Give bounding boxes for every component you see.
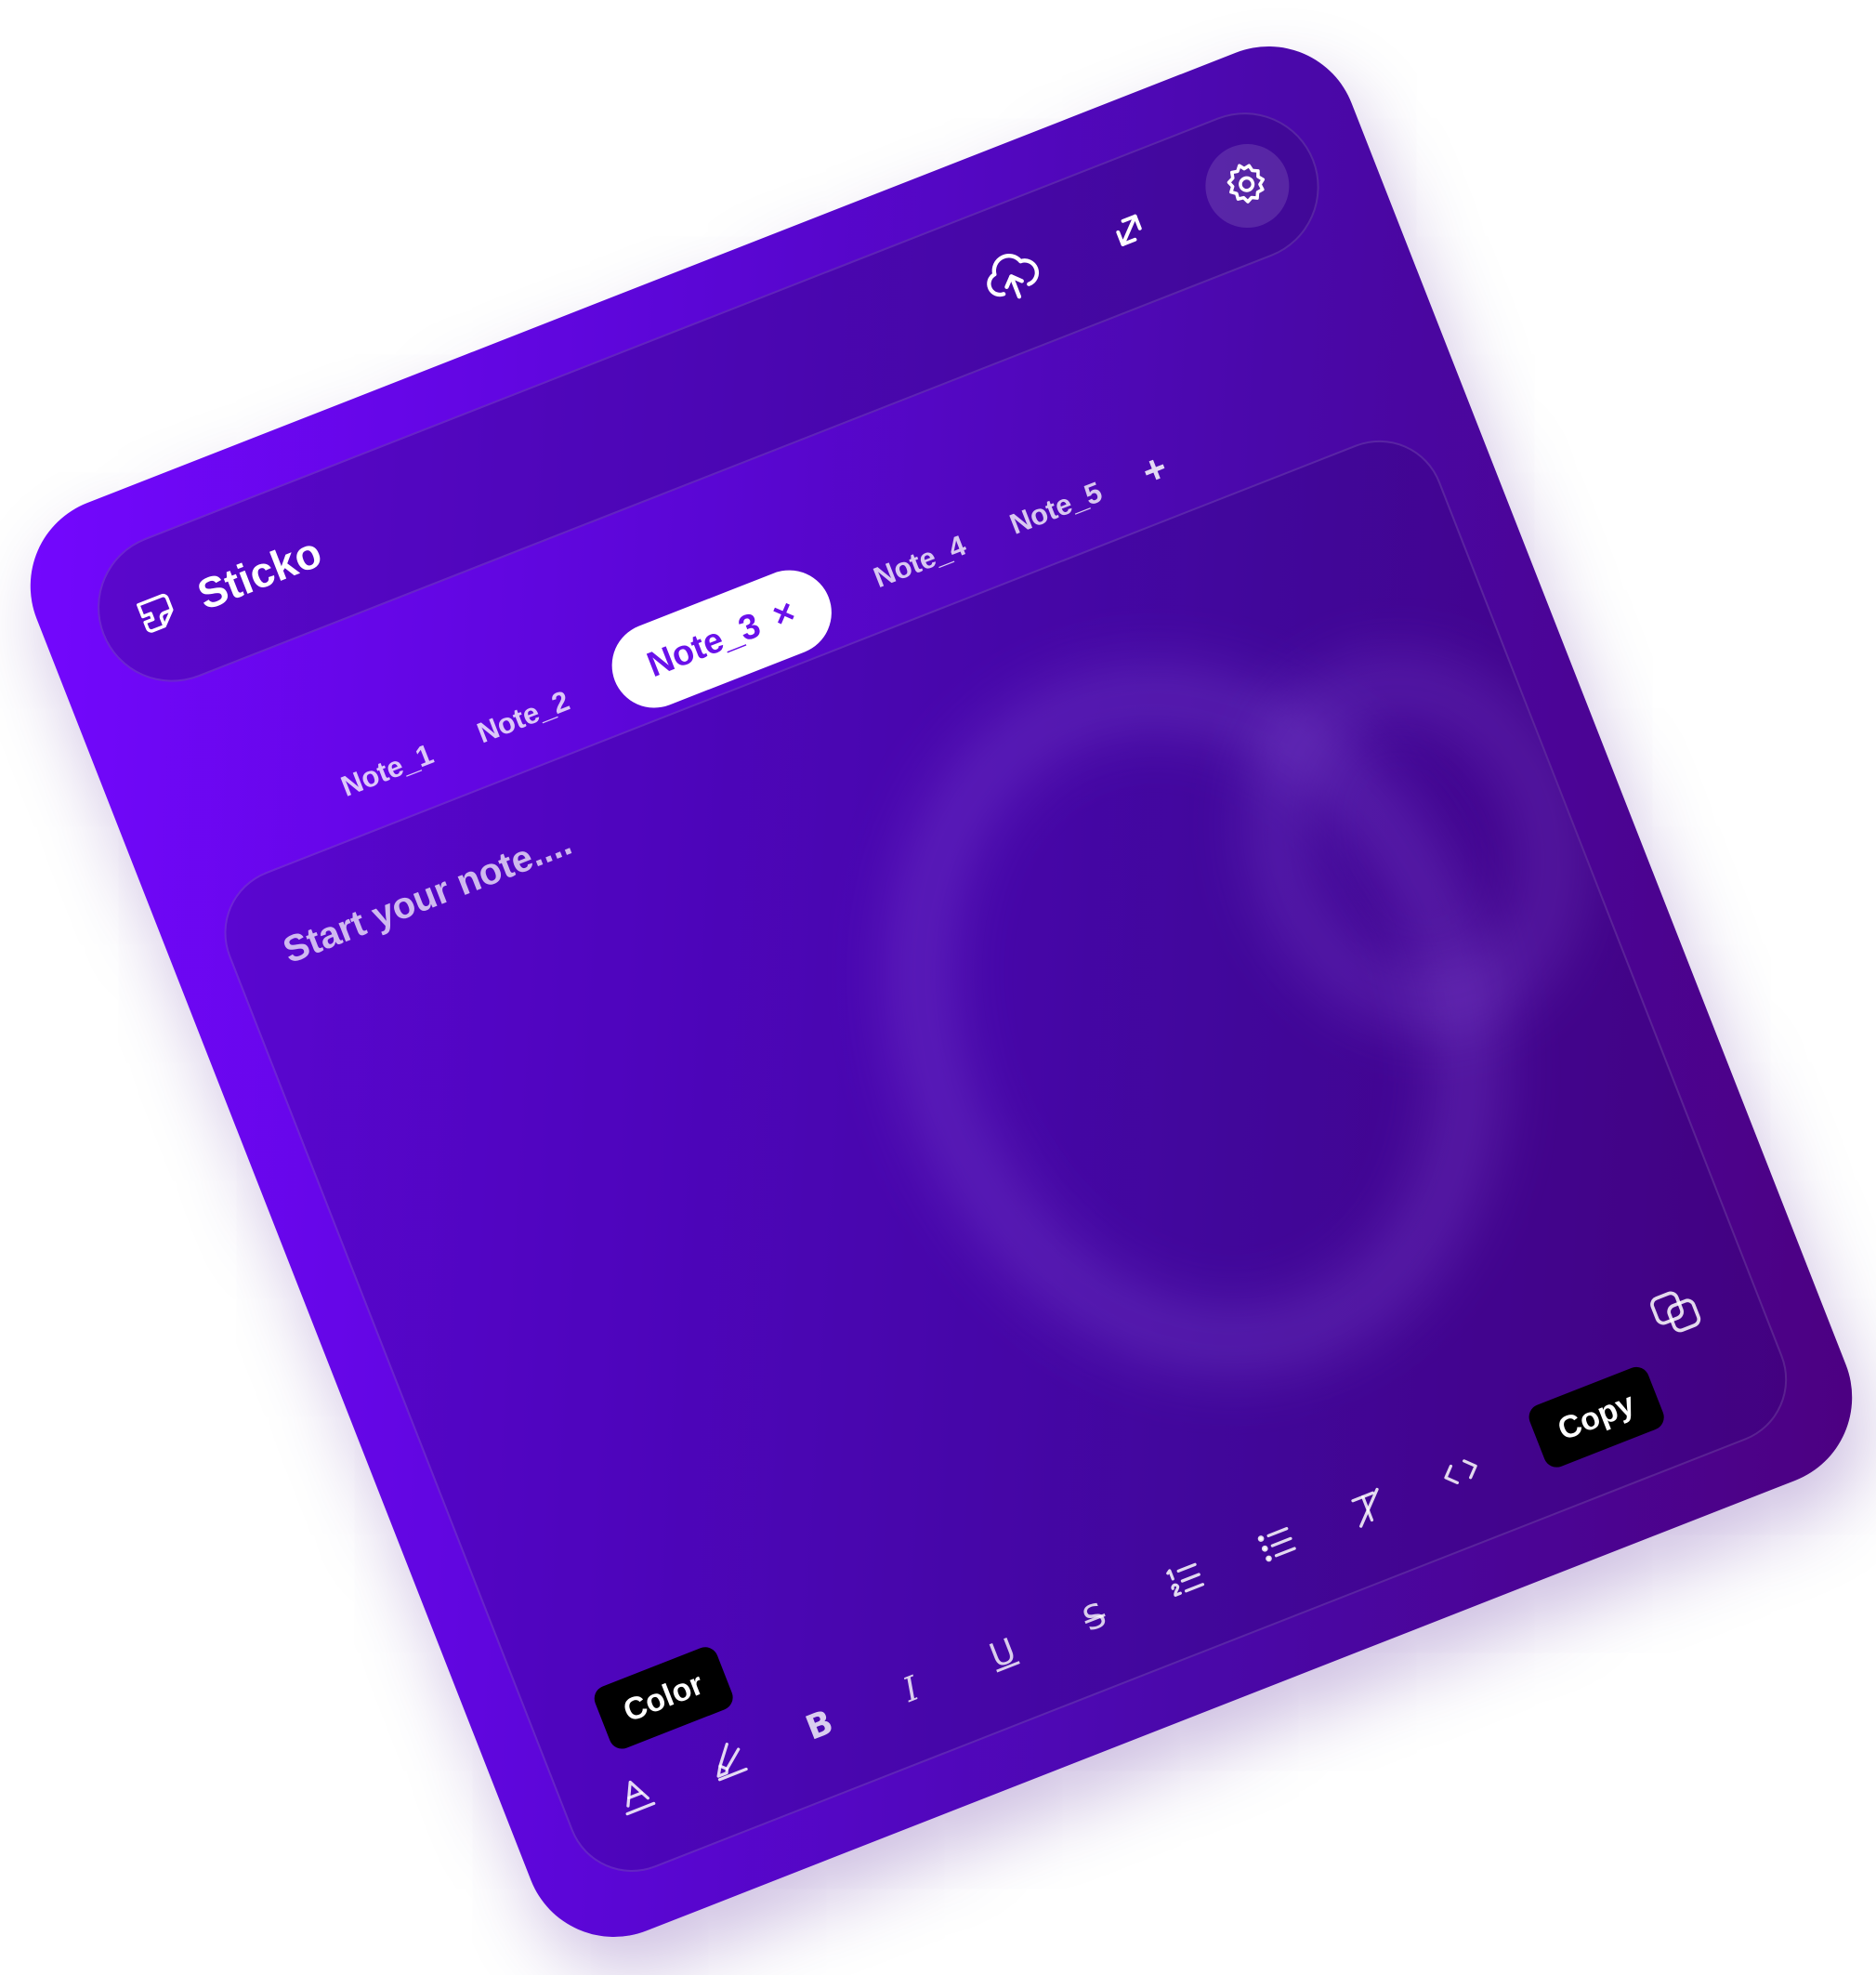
tab-note-2[interactable]: Note_2 bbox=[472, 684, 573, 750]
copy-tooltip: Copy bbox=[1525, 1363, 1668, 1471]
code-icon bbox=[1433, 1443, 1489, 1503]
header-actions bbox=[947, 103, 1313, 361]
text-color-button[interactable]: Color bbox=[590, 1643, 737, 1826]
add-tab-button[interactable]: + bbox=[1135, 444, 1173, 494]
cloud-upload-icon bbox=[969, 234, 1056, 323]
note-editor[interactable]: Start your note.... Color B I U S Copy bbox=[204, 421, 1806, 1891]
sticky-note-icon bbox=[125, 581, 190, 646]
sticko-app-window: Sticko Note_1 Note_2 Note_3 × Note_4 Not… bbox=[4, 20, 1876, 1964]
strikethrough-icon: S bbox=[1077, 1595, 1112, 1639]
color-tooltip: Color bbox=[590, 1643, 737, 1753]
note-placeholder[interactable]: Start your note.... bbox=[278, 822, 578, 972]
code-button[interactable] bbox=[1433, 1444, 1490, 1502]
copy-icon bbox=[1642, 1278, 1711, 1350]
stage: Sticko Note_1 Note_2 Note_3 × Note_4 Not… bbox=[0, 0, 1876, 1975]
underline-button[interactable]: U bbox=[974, 1625, 1031, 1682]
brand: Sticko bbox=[108, 482, 346, 690]
italic-icon: I bbox=[898, 1668, 925, 1710]
tab-note-3-label: Note_3 bbox=[641, 605, 767, 686]
gear-icon bbox=[1213, 151, 1280, 221]
bold-button[interactable]: B bbox=[791, 1696, 848, 1754]
bold-icon: B bbox=[800, 1703, 839, 1748]
text-color-icon bbox=[608, 1767, 664, 1826]
format-toolbar: Color B I U S bbox=[590, 1444, 1490, 1826]
clear-format-icon bbox=[1341, 1480, 1397, 1539]
expand-button[interactable] bbox=[1075, 178, 1184, 286]
highlight-icon bbox=[700, 1731, 756, 1791]
settings-button[interactable] bbox=[1193, 131, 1302, 241]
app-name: Sticko bbox=[190, 527, 328, 620]
tab-note-5[interactable]: Note_5 bbox=[1005, 475, 1107, 541]
close-tab-icon[interactable]: × bbox=[767, 592, 801, 637]
tab-note-4[interactable]: Note_4 bbox=[869, 528, 970, 594]
underline-icon: U bbox=[984, 1630, 1022, 1676]
strikethrough-button[interactable]: S bbox=[1066, 1588, 1123, 1646]
bullet-list-icon bbox=[1250, 1516, 1306, 1575]
tab-note-1[interactable]: Note_1 bbox=[336, 737, 438, 803]
italic-button[interactable]: I bbox=[883, 1660, 940, 1718]
highlight-button[interactable] bbox=[699, 1732, 756, 1790]
ordered-list-icon bbox=[1158, 1551, 1214, 1611]
bullet-list-button[interactable] bbox=[1249, 1517, 1306, 1574]
clear-format-button[interactable] bbox=[1341, 1481, 1398, 1538]
ordered-list-button[interactable] bbox=[1158, 1552, 1215, 1610]
expand-icon bbox=[1095, 196, 1164, 268]
copy-button[interactable]: Copy bbox=[1525, 1291, 1735, 1471]
cloud-upload-button[interactable] bbox=[958, 224, 1067, 333]
